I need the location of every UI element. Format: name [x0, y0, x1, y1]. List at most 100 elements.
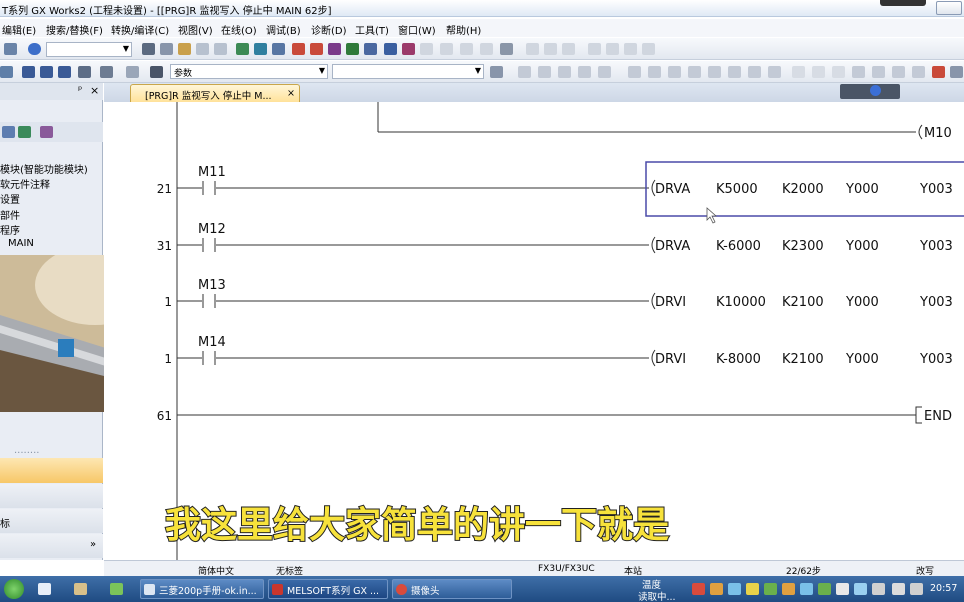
tray-app-icon-9[interactable]	[836, 583, 849, 595]
panel-close-icon[interactable]: ×	[90, 84, 99, 97]
tray-app-icon-5[interactable]	[764, 583, 777, 595]
tray-clock[interactable]: 20:57	[930, 583, 957, 594]
contact-parallel-icon[interactable]	[558, 66, 571, 78]
nav-tool-icon-1[interactable]	[2, 126, 15, 138]
comment-icon[interactable]	[126, 66, 139, 78]
pin-icon[interactable]: ᵖ	[78, 85, 82, 96]
tray-app-icon-6[interactable]	[782, 583, 795, 595]
tray-app-icon-4[interactable]	[746, 583, 759, 595]
menu-search-replace[interactable]: 搜索/替换(F)	[46, 22, 103, 37]
tray-app-icon-3[interactable]	[728, 583, 741, 595]
line-delete-icon[interactable]	[912, 66, 925, 78]
toolbar-combo-1[interactable]: ▼	[46, 42, 132, 57]
rising-parallel-icon[interactable]	[748, 66, 761, 78]
nav-section-more[interactable]: »	[0, 534, 103, 558]
nav-tool-icon-2[interactable]	[18, 126, 31, 138]
quicklaunch-media-icon[interactable]	[110, 583, 123, 595]
disabled-tool-icon-4[interactable]	[480, 43, 493, 55]
disabled-tool-icon-6[interactable]	[544, 43, 557, 55]
splitter-dots[interactable]: ........	[14, 445, 117, 456]
diagnostic-icon[interactable]	[402, 43, 415, 55]
tray-app-icon-2[interactable]	[710, 583, 723, 595]
nav-section-user-library[interactable]	[0, 484, 103, 508]
tree-item-settings[interactable]: 设置	[0, 191, 103, 206]
verify-plc-icon[interactable]	[272, 43, 285, 55]
monitor-stop-icon[interactable]	[310, 43, 323, 55]
cut-icon[interactable]	[142, 43, 155, 55]
print-icon[interactable]	[4, 43, 17, 55]
paste-icon[interactable]	[178, 43, 191, 55]
ladder-editor[interactable]: M10 21 M11 DRVA K5000 K2000 Y000 Y003 31 M12 DRVA K…	[104, 102, 964, 560]
nav-section-connection[interactable]: 标	[0, 509, 103, 533]
taskbar-button-manual[interactable]: 三菱200p手册-ok.in...	[140, 579, 264, 599]
find-icon[interactable]	[100, 66, 113, 78]
taskbar-button-camera[interactable]: 摄像头	[392, 579, 512, 599]
disabled-tool-icon-7[interactable]	[562, 43, 575, 55]
falling-parallel-icon[interactable]	[768, 66, 781, 78]
tray-app-icon-1[interactable]	[692, 583, 705, 595]
rising-edge-icon[interactable]	[708, 66, 721, 78]
tray-app-icon-7[interactable]	[800, 583, 813, 595]
disabled-tool-icon-2[interactable]	[440, 43, 453, 55]
undo-icon[interactable]	[196, 43, 209, 55]
menu-debug[interactable]: 调试(B)	[266, 22, 301, 37]
disabled-tool-icon-10[interactable]	[624, 43, 637, 55]
redo-icon[interactable]	[214, 43, 227, 55]
device-test-icon[interactable]	[364, 43, 377, 55]
tree-item-intelligent-module[interactable]: 模块(智能功能模块)	[0, 161, 103, 176]
disabled-tool-icon-9[interactable]	[606, 43, 619, 55]
disabled-ladder-icon-2[interactable]	[812, 66, 825, 78]
tree-item-program[interactable]: 程序	[0, 222, 103, 237]
menu-window[interactable]: 窗口(W)	[398, 22, 436, 37]
tab-prg-main[interactable]: [PRG]R 监视写入 停止中 M... ×	[130, 84, 300, 102]
watch-icon[interactable]	[384, 43, 397, 55]
simulation-icon[interactable]	[346, 43, 359, 55]
floating-mini-toolbar[interactable]	[840, 84, 900, 99]
application-instr-icon[interactable]	[628, 66, 641, 78]
input-method-icon[interactable]	[910, 583, 923, 595]
disabled-ladder-icon-1[interactable]	[792, 66, 805, 78]
menu-diagnostics[interactable]: 诊断(D)	[311, 22, 347, 37]
network-icon[interactable]	[872, 583, 885, 595]
quicklaunch-ie-icon[interactable]	[38, 583, 51, 595]
mini-help-icon[interactable]	[870, 85, 881, 96]
extra-tool-icon[interactable]	[950, 66, 963, 78]
nav-tool-icon-3[interactable]	[40, 126, 53, 138]
falling-edge-icon[interactable]	[728, 66, 741, 78]
tray-app-icon-10[interactable]	[854, 583, 867, 595]
vline-icon[interactable]	[668, 66, 681, 78]
device-icon[interactable]	[78, 66, 91, 78]
st-mode-icon[interactable]	[58, 66, 71, 78]
disabled-tool-icon-3[interactable]	[460, 43, 473, 55]
menu-help[interactable]: 帮助(H)	[446, 22, 481, 37]
tray-app-icon-8[interactable]	[818, 583, 831, 595]
coil-icon[interactable]	[598, 66, 611, 78]
tree-item-device-comment[interactable]: 软元件注释	[0, 176, 103, 191]
menu-view[interactable]: 视图(V)	[178, 22, 213, 37]
contact-parallel-nc-icon[interactable]	[578, 66, 591, 78]
contact-no-icon[interactable]	[518, 66, 531, 78]
sfc-mode-icon[interactable]	[40, 66, 53, 78]
invert-icon[interactable]	[872, 66, 885, 78]
disabled-tool-icon-8[interactable]	[588, 43, 601, 55]
help-icon[interactable]	[28, 43, 41, 55]
search-combo-2[interactable]: ▼	[332, 64, 484, 79]
nav-section-project[interactable]	[0, 458, 103, 483]
contact-nc-icon[interactable]	[538, 66, 551, 78]
search-combo[interactable]: 参数 ▼	[170, 64, 328, 79]
copy-icon[interactable]	[160, 43, 173, 55]
disabled-tool-icon-11[interactable]	[642, 43, 655, 55]
menu-convert[interactable]: 转换/编译(C)	[111, 22, 169, 37]
menu-online[interactable]: 在线(O)	[221, 22, 257, 37]
read-plc-icon[interactable]	[254, 43, 267, 55]
menu-tools[interactable]: 工具(T)	[355, 22, 389, 37]
tree-item-parts[interactable]: 部件	[0, 207, 103, 222]
disabled-tool-icon-5[interactable]	[526, 43, 539, 55]
line-draw-icon[interactable]	[892, 66, 905, 78]
taskbar-button-gxworks[interactable]: MELSOFT系列 GX ...	[268, 579, 388, 599]
minimize-button[interactable]	[936, 1, 962, 15]
page-icon[interactable]	[490, 66, 503, 78]
settings-tool-icon[interactable]	[500, 43, 513, 55]
menu-edit[interactable]: 编辑(E)	[2, 22, 36, 37]
disabled-tool-icon-1[interactable]	[420, 43, 433, 55]
